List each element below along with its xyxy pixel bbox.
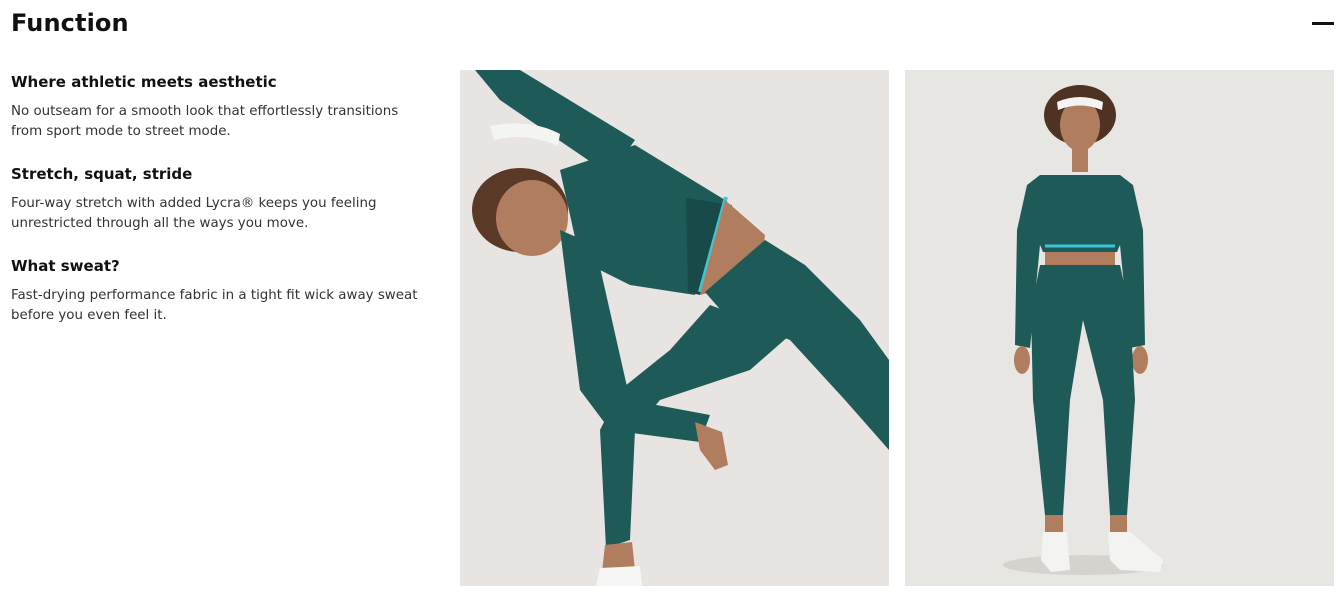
feature-title: Stretch, squat, stride <box>11 165 193 183</box>
section-title: Function <box>11 9 129 37</box>
product-photo-standing <box>905 70 1334 586</box>
model-standing-illustration <box>905 70 1334 586</box>
feature-description: Fast-drying performance fabric in a tigh… <box>11 288 418 323</box>
feature-item: Where athletic meets aesthetic No outsea… <box>11 72 431 142</box>
product-photo-stretch <box>460 70 889 586</box>
feature-item: Stretch, squat, stride Four-way stretch … <box>11 164 431 234</box>
feature-item: What sweat? Fast-drying performance fabr… <box>11 256 431 326</box>
model-stretch-illustration <box>460 70 889 586</box>
feature-description: No outseam for a smooth look that effort… <box>11 104 399 139</box>
section-header: Function <box>0 0 1343 50</box>
feature-list: Where athletic meets aesthetic No outsea… <box>11 72 431 348</box>
feature-title: Where athletic meets aesthetic <box>11 73 277 91</box>
feature-description: Four-way stretch with added Lycra® keeps… <box>11 196 377 231</box>
feature-title: What sweat? <box>11 257 120 275</box>
minus-icon <box>1312 22 1334 25</box>
collapse-button[interactable] <box>1306 8 1336 38</box>
